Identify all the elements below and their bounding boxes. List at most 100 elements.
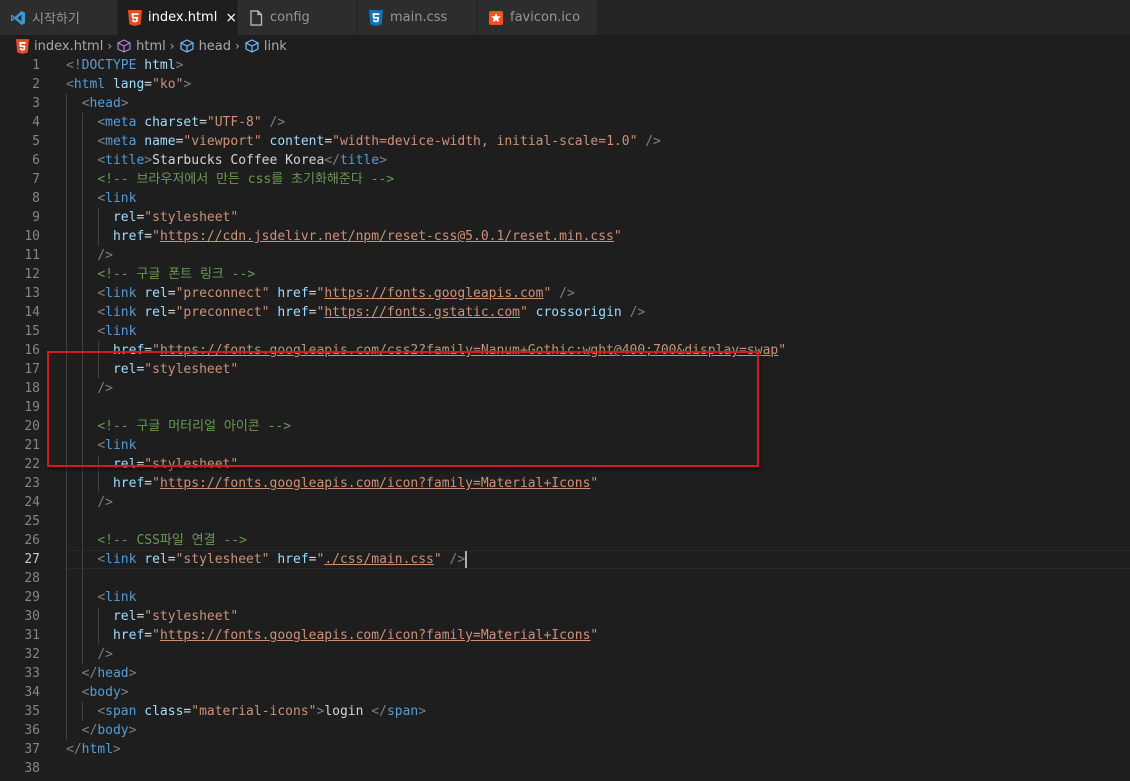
breadcrumb-item-html[interactable]: html xyxy=(116,38,166,54)
code-line[interactable]: 23 href="https://fonts.googleapis.com/ic… xyxy=(0,474,1130,493)
code-line[interactable]: 31 href="https://fonts.googleapis.com/ic… xyxy=(0,626,1130,645)
code-line[interactable]: 30 rel="stylesheet" xyxy=(0,607,1130,626)
code-line[interactable]: 8 <link xyxy=(0,189,1130,208)
code-line[interactable]: 9 rel="stylesheet" xyxy=(0,208,1130,227)
code-line[interactable]: 4 <meta charset="UTF-8" /> xyxy=(0,113,1130,132)
code-line[interactable]: 28 xyxy=(0,569,1130,588)
token-punctuation: </ xyxy=(81,723,98,738)
token-punctuation: </ xyxy=(371,704,387,719)
line-code: <link xyxy=(66,588,136,607)
token-punctuation: < xyxy=(97,324,106,339)
code-line[interactable]: 26 <!-- CSS파일 연결 --> xyxy=(0,531,1130,550)
token-text: = xyxy=(144,476,153,491)
token-punctuation: > xyxy=(112,742,121,757)
code-line[interactable]: 12 <!-- 구글 폰트 링크 --> xyxy=(0,265,1130,284)
code-line[interactable]: 10 href="https://cdn.jsdelivr.net/npm/re… xyxy=(0,227,1130,246)
code-line[interactable]: 34 <body> xyxy=(0,683,1130,702)
code-line[interactable]: 6 <title>Starbucks Coffee Korea</title> xyxy=(0,151,1130,170)
token-tag-name: link xyxy=(105,552,137,567)
token-attribute: href xyxy=(277,305,309,320)
tab-favicon-ico[interactable]: favicon.ico xyxy=(478,0,598,35)
line-code: rel="stylesheet" xyxy=(66,208,238,227)
token-string: "ko" xyxy=(152,77,184,92)
code-line[interactable]: 38 xyxy=(0,759,1130,778)
token-string: " xyxy=(519,305,528,320)
line-number: 22 xyxy=(24,457,40,472)
token-attribute: rel xyxy=(144,552,168,567)
code-line[interactable]: 24 /> xyxy=(0,493,1130,512)
token-string: "width=device-width, initial-scale=1.0" xyxy=(332,134,638,149)
line-number: 2 xyxy=(32,77,40,92)
token-attribute: crossorigin xyxy=(535,305,622,320)
token-punctuation: > xyxy=(120,96,129,111)
token-text: = xyxy=(167,552,176,567)
file-icon xyxy=(248,9,264,26)
tab-index-html[interactable]: index.html × xyxy=(118,0,238,35)
chevron-right-icon: › xyxy=(107,39,113,53)
token-attribute: html xyxy=(144,58,176,73)
token-tag-name: body xyxy=(89,685,121,700)
token-tag-name: DOCTYPE xyxy=(81,58,137,73)
tab-welcome[interactable]: 시작하기 xyxy=(0,0,118,35)
token-punctuation: > xyxy=(144,153,153,168)
code-line[interactable]: 37 </html> xyxy=(0,740,1130,759)
css3-icon xyxy=(368,9,384,26)
tab-label: index.html xyxy=(148,10,218,25)
line-code: <link rel="preconnect" href="https://fon… xyxy=(66,284,574,303)
breadcrumb-label: head xyxy=(198,38,232,54)
line-code: <title>Starbucks Coffee Korea</title> xyxy=(66,151,387,170)
token-punctuation: <! xyxy=(66,58,82,73)
token-text: login xyxy=(324,704,372,719)
line-number: 24 xyxy=(24,495,40,510)
code-line[interactable]: 14 <link rel="preconnect" href="https://… xyxy=(0,303,1130,322)
token-string: "viewport" xyxy=(183,134,262,149)
code-line[interactable]: 1 <!DOCTYPE html> xyxy=(0,56,1130,75)
token-tag-name: span xyxy=(386,704,419,719)
token-punctuation: < xyxy=(97,115,106,130)
token-attribute: lang xyxy=(112,77,145,92)
code-line[interactable]: 27 <link rel="stylesheet" href="./css/ma… xyxy=(0,550,1130,569)
tab-main-css[interactable]: main.css xyxy=(358,0,478,35)
token-string: "material-icons" xyxy=(191,704,317,719)
code-line[interactable]: 3 <head> xyxy=(0,94,1130,113)
code-line[interactable]: 29 <link xyxy=(0,588,1130,607)
token-attribute: rel xyxy=(112,609,137,624)
tab-config[interactable]: config xyxy=(238,0,358,35)
token-string: "UTF-8" xyxy=(206,115,262,130)
token-punctuation: < xyxy=(97,704,106,719)
code-line[interactable]: 5 <meta name="viewport" content="width=d… xyxy=(0,132,1130,151)
token-string: "preconnect" xyxy=(175,286,270,301)
code-line[interactable]: 25 xyxy=(0,512,1130,531)
token-punctuation: > xyxy=(418,704,427,719)
token-punctuation: /> xyxy=(97,495,113,510)
line-code: /> xyxy=(66,493,113,512)
token-attribute: href xyxy=(112,476,145,491)
breadcrumb-label: index.html xyxy=(34,38,104,54)
code-line[interactable]: 33 </head> xyxy=(0,664,1130,683)
code-line[interactable]: 32 /> xyxy=(0,645,1130,664)
line-code: <link rel="preconnect" href="https://fon… xyxy=(66,303,645,322)
line-code: <!-- 브라우저에서 만든 css를 초기화해준다 --> xyxy=(66,170,394,189)
code-line[interactable]: 15 <link xyxy=(0,322,1130,341)
token-url: https://fonts.googleapis.com xyxy=(324,286,544,301)
code-line[interactable]: 2 <html lang="ko"> xyxy=(0,75,1130,94)
code-line[interactable]: 13 <link rel="preconnect" href="https://… xyxy=(0,284,1130,303)
code-line[interactable]: 7 <!-- 브라우저에서 만든 css를 초기화해준다 --> xyxy=(0,170,1130,189)
line-number: 5 xyxy=(32,134,40,149)
close-icon[interactable]: × xyxy=(225,10,237,26)
code-line[interactable]: 35 <span class="material-icons">login </… xyxy=(0,702,1130,721)
token-tag-name: html xyxy=(73,77,106,92)
line-number: 25 xyxy=(24,514,40,529)
code-line[interactable]: 36 </body> xyxy=(0,721,1130,740)
code-line[interactable]: 11 /> xyxy=(0,246,1130,265)
breadcrumb-item-link[interactable]: link xyxy=(244,38,287,54)
token-comment: <!-- CSS파일 연결 --> xyxy=(97,533,247,548)
breadcrumb-item-head[interactable]: head xyxy=(179,38,231,54)
breadcrumb-item-file[interactable]: index.html xyxy=(14,38,103,54)
